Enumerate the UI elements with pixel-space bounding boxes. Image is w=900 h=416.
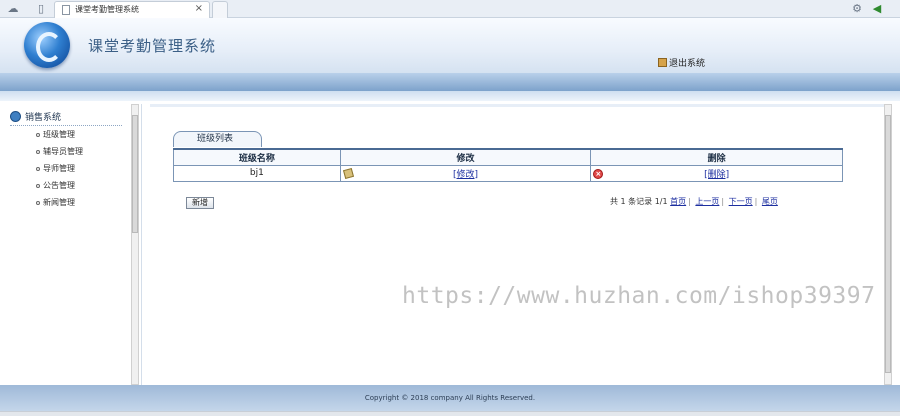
app-title: 课堂考勤管理系统 xyxy=(88,37,217,55)
sidebar-item-label: 班级管理 xyxy=(43,130,75,139)
browser-tab[interactable]: 课堂考勤管理系统 × xyxy=(54,1,210,18)
edit-link[interactable]: [修改] xyxy=(453,170,478,180)
class-name-cell: bj1 xyxy=(173,164,341,182)
edit-icon[interactable] xyxy=(342,167,354,179)
app-header: 课堂考勤管理系统 退出系统 xyxy=(0,18,900,73)
tab-close-icon[interactable]: × xyxy=(195,3,203,14)
logout-button[interactable]: 退出系统 xyxy=(658,56,705,69)
delete-cell: × [删除] xyxy=(590,164,843,182)
pager-prev[interactable]: 上一页 xyxy=(695,197,719,206)
sidebar-scrollbar[interactable] xyxy=(131,104,139,385)
pager-separator: | xyxy=(721,197,725,206)
bullet-icon xyxy=(36,166,40,171)
main-scroll-thumb[interactable] xyxy=(885,115,891,373)
logo xyxy=(24,22,70,68)
status-bar xyxy=(0,411,900,416)
back-arrow-icon[interactable]: ◀ xyxy=(870,2,884,16)
sidebar-item-label: 新闻管理 xyxy=(43,198,75,207)
sidebar-item-counselor[interactable]: 辅导员管理 xyxy=(36,146,83,157)
logout-icon xyxy=(658,58,667,67)
header-band xyxy=(0,73,900,91)
main-top-band xyxy=(150,104,884,107)
footer: Copyright © 2018 company All Rights Rese… xyxy=(0,385,900,411)
delete-icon[interactable]: × xyxy=(593,168,604,179)
main-scrollbar[interactable] xyxy=(884,104,892,385)
bullet-icon xyxy=(36,183,40,188)
sidebar-heading[interactable]: 销售系统 xyxy=(10,108,122,126)
menu-icon xyxy=(10,111,21,122)
pager-first[interactable]: 首页 xyxy=(670,197,686,206)
header-band-light xyxy=(0,91,900,101)
watermark: https://www.huzhan.com/ishop39397 xyxy=(402,283,876,309)
pager-separator: | xyxy=(754,197,758,206)
class-table: 班级名称 修改 删除 bj1 [修改] × [删除] xyxy=(173,148,843,182)
column-edit: 修改 xyxy=(339,148,592,166)
bullet-icon xyxy=(36,200,40,205)
sidebar: 销售系统 班级管理 辅导员管理 导师管理 公告管理 新闻管理 xyxy=(2,104,142,385)
edit-cell: [修改] xyxy=(339,164,592,182)
sidebar-item-label: 辅导员管理 xyxy=(43,147,83,156)
browser-toolbar: ☁ ▯ 课堂考勤管理系统 × ⚙ ◀ xyxy=(0,0,900,18)
column-delete: 删除 xyxy=(590,148,843,166)
sidebar-item-news[interactable]: 新闻管理 xyxy=(36,197,75,208)
bullet-icon xyxy=(36,132,40,137)
bullet-icon xyxy=(36,149,40,154)
tab-title: 课堂考勤管理系统 xyxy=(75,5,139,14)
delete-link[interactable]: [删除] xyxy=(704,170,729,180)
pager-last[interactable]: 尾页 xyxy=(762,197,778,206)
sidebar-scroll-thumb[interactable] xyxy=(132,115,138,233)
sidebar-item-class[interactable]: 班级管理 xyxy=(36,129,75,140)
document-icon xyxy=(62,5,70,15)
pagination: 共 1 条记录 1/1 首页 | 上一页 | 下一页 | 尾页 xyxy=(610,196,778,207)
class-list-tab[interactable]: 班级列表 xyxy=(173,131,262,147)
sidebar-heading-label: 销售系统 xyxy=(25,113,62,123)
pager-separator: | xyxy=(688,197,691,206)
sidebar-item-label: 导师管理 xyxy=(43,164,75,173)
notes-icon[interactable]: ▯ xyxy=(34,2,48,16)
sidebar-item-label: 公告管理 xyxy=(43,181,75,190)
new-tab-button[interactable] xyxy=(212,1,228,18)
sidebar-item-tutor[interactable]: 导师管理 xyxy=(36,163,75,174)
logout-label: 退出系统 xyxy=(669,59,706,69)
table-row: bj1 [修改] × [删除] xyxy=(173,164,843,182)
add-button[interactable]: 新增 xyxy=(186,197,214,209)
cloud-icon[interactable]: ☁ xyxy=(6,2,20,16)
pager-next[interactable]: 下一页 xyxy=(729,197,753,206)
main-content: 班级列表 班级名称 修改 删除 bj1 [修改] × [删除] 新增 共 1 条… xyxy=(150,104,884,385)
pager-summary: 共 1 条记录 1/1 xyxy=(610,197,668,206)
column-class-name: 班级名称 xyxy=(173,148,341,166)
sidebar-item-notice[interactable]: 公告管理 xyxy=(36,180,75,191)
settings-icon[interactable]: ⚙ xyxy=(850,2,864,16)
